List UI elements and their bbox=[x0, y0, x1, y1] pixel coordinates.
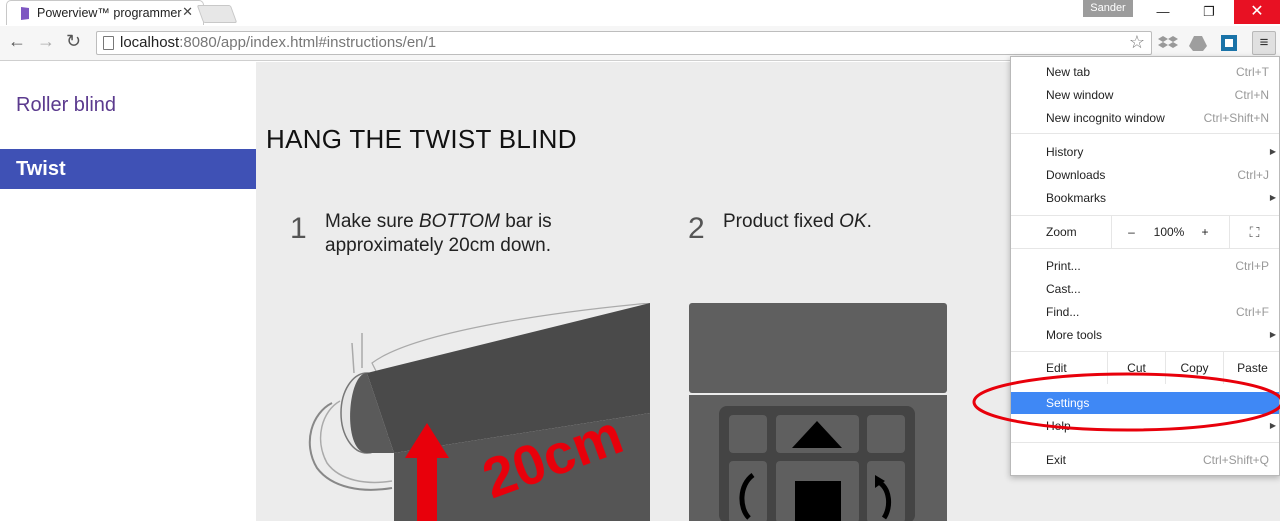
submenu-arrow-icon: ▶ bbox=[1269, 147, 1276, 156]
sidebar-item-twist[interactable]: Twist bbox=[0, 149, 256, 189]
step-number: 2 bbox=[688, 212, 705, 245]
reload-button[interactable]: ↻ bbox=[66, 31, 81, 52]
dropbox-extension-icon[interactable] bbox=[1157, 32, 1179, 54]
menu-item-new-tab[interactable]: New tab Ctrl+T bbox=[1011, 61, 1279, 83]
address-bar[interactable]: localhost:8080/app/index.html#instructio… bbox=[96, 31, 1152, 55]
title-bar: Powerview™ programmer ✕ Sander — ❐ ✕ bbox=[0, 0, 1280, 26]
forward-button[interactable]: → bbox=[37, 31, 55, 52]
step-text: Make sure BOTTOM bar is approximately 20… bbox=[325, 211, 552, 256]
tab-close-icon[interactable]: ✕ bbox=[182, 4, 193, 20]
minimize-button[interactable]: — bbox=[1140, 0, 1186, 24]
page-title: HANG THE TWIST BLIND bbox=[266, 124, 577, 154]
new-tab-button[interactable] bbox=[196, 5, 238, 23]
step-text: Product fixed OK. bbox=[723, 211, 872, 232]
zoom-in-button[interactable]: + bbox=[1187, 216, 1223, 248]
menu-divider bbox=[1011, 133, 1279, 134]
remote-control-illustration bbox=[689, 303, 947, 521]
bookmark-star-icon[interactable]: ☆ bbox=[1129, 32, 1145, 53]
menu-item-cast[interactable]: Cast... bbox=[1011, 278, 1279, 300]
annotation-ellipse bbox=[972, 372, 1280, 432]
zoom-level: 100% bbox=[1153, 225, 1185, 239]
step-number: 1 bbox=[290, 212, 307, 245]
menu-item-exit[interactable]: Exit Ctrl+Shift+Q bbox=[1011, 449, 1279, 471]
url-text: localhost:8080/app/index.html#instructio… bbox=[120, 34, 437, 51]
fullscreen-icon[interactable]: ⛶ bbox=[1229, 216, 1279, 248]
zoom-label: Zoom bbox=[1046, 225, 1077, 239]
menu-item-new-window[interactable]: New window Ctrl+N bbox=[1011, 84, 1279, 106]
submenu-arrow-icon: ▶ bbox=[1269, 193, 1276, 202]
submenu-arrow-icon: ▶ bbox=[1269, 330, 1276, 339]
drive-extension-icon[interactable] bbox=[1187, 32, 1209, 54]
browser-tab[interactable]: Powerview™ programmer ✕ bbox=[6, 0, 204, 25]
menu-item-find[interactable]: Find... Ctrl+F bbox=[1011, 301, 1279, 323]
menu-item-more-tools[interactable]: More tools ▶ bbox=[1011, 324, 1279, 346]
sidebar-item-roller-blind[interactable]: Roller blind bbox=[0, 85, 256, 125]
sidebar: Roller blind Twist bbox=[0, 62, 256, 521]
blind-bottom-bar-illustration: 20cm bbox=[308, 303, 650, 521]
tab-title: Powerview™ programmer bbox=[37, 6, 182, 20]
menu-item-print[interactable]: Print... Ctrl+P bbox=[1011, 255, 1279, 277]
maximize-button[interactable]: ❐ bbox=[1186, 0, 1232, 24]
zoom-out-button[interactable]: – bbox=[1111, 216, 1151, 248]
extension-square-icon[interactable] bbox=[1218, 32, 1240, 54]
profile-button[interactable]: Sander bbox=[1083, 0, 1133, 17]
page-icon bbox=[103, 36, 114, 50]
chrome-menu-button[interactable]: ≡ bbox=[1252, 31, 1276, 55]
menu-item-bookmarks[interactable]: Bookmarks ▶ bbox=[1011, 187, 1279, 209]
menu-row-zoom: Zoom – 100% + ⛶ bbox=[1011, 216, 1279, 248]
menu-item-new-incognito-window[interactable]: New incognito window Ctrl+Shift+N bbox=[1011, 107, 1279, 129]
window-close-button[interactable]: ✕ bbox=[1234, 0, 1280, 24]
back-button[interactable]: ← bbox=[8, 31, 26, 52]
menu-item-downloads[interactable]: Downloads Ctrl+J bbox=[1011, 164, 1279, 186]
menu-divider bbox=[1011, 248, 1279, 249]
app-favicon-icon bbox=[21, 7, 29, 20]
menu-divider bbox=[1011, 442, 1279, 443]
menu-item-history[interactable]: History ▶ bbox=[1011, 141, 1279, 163]
